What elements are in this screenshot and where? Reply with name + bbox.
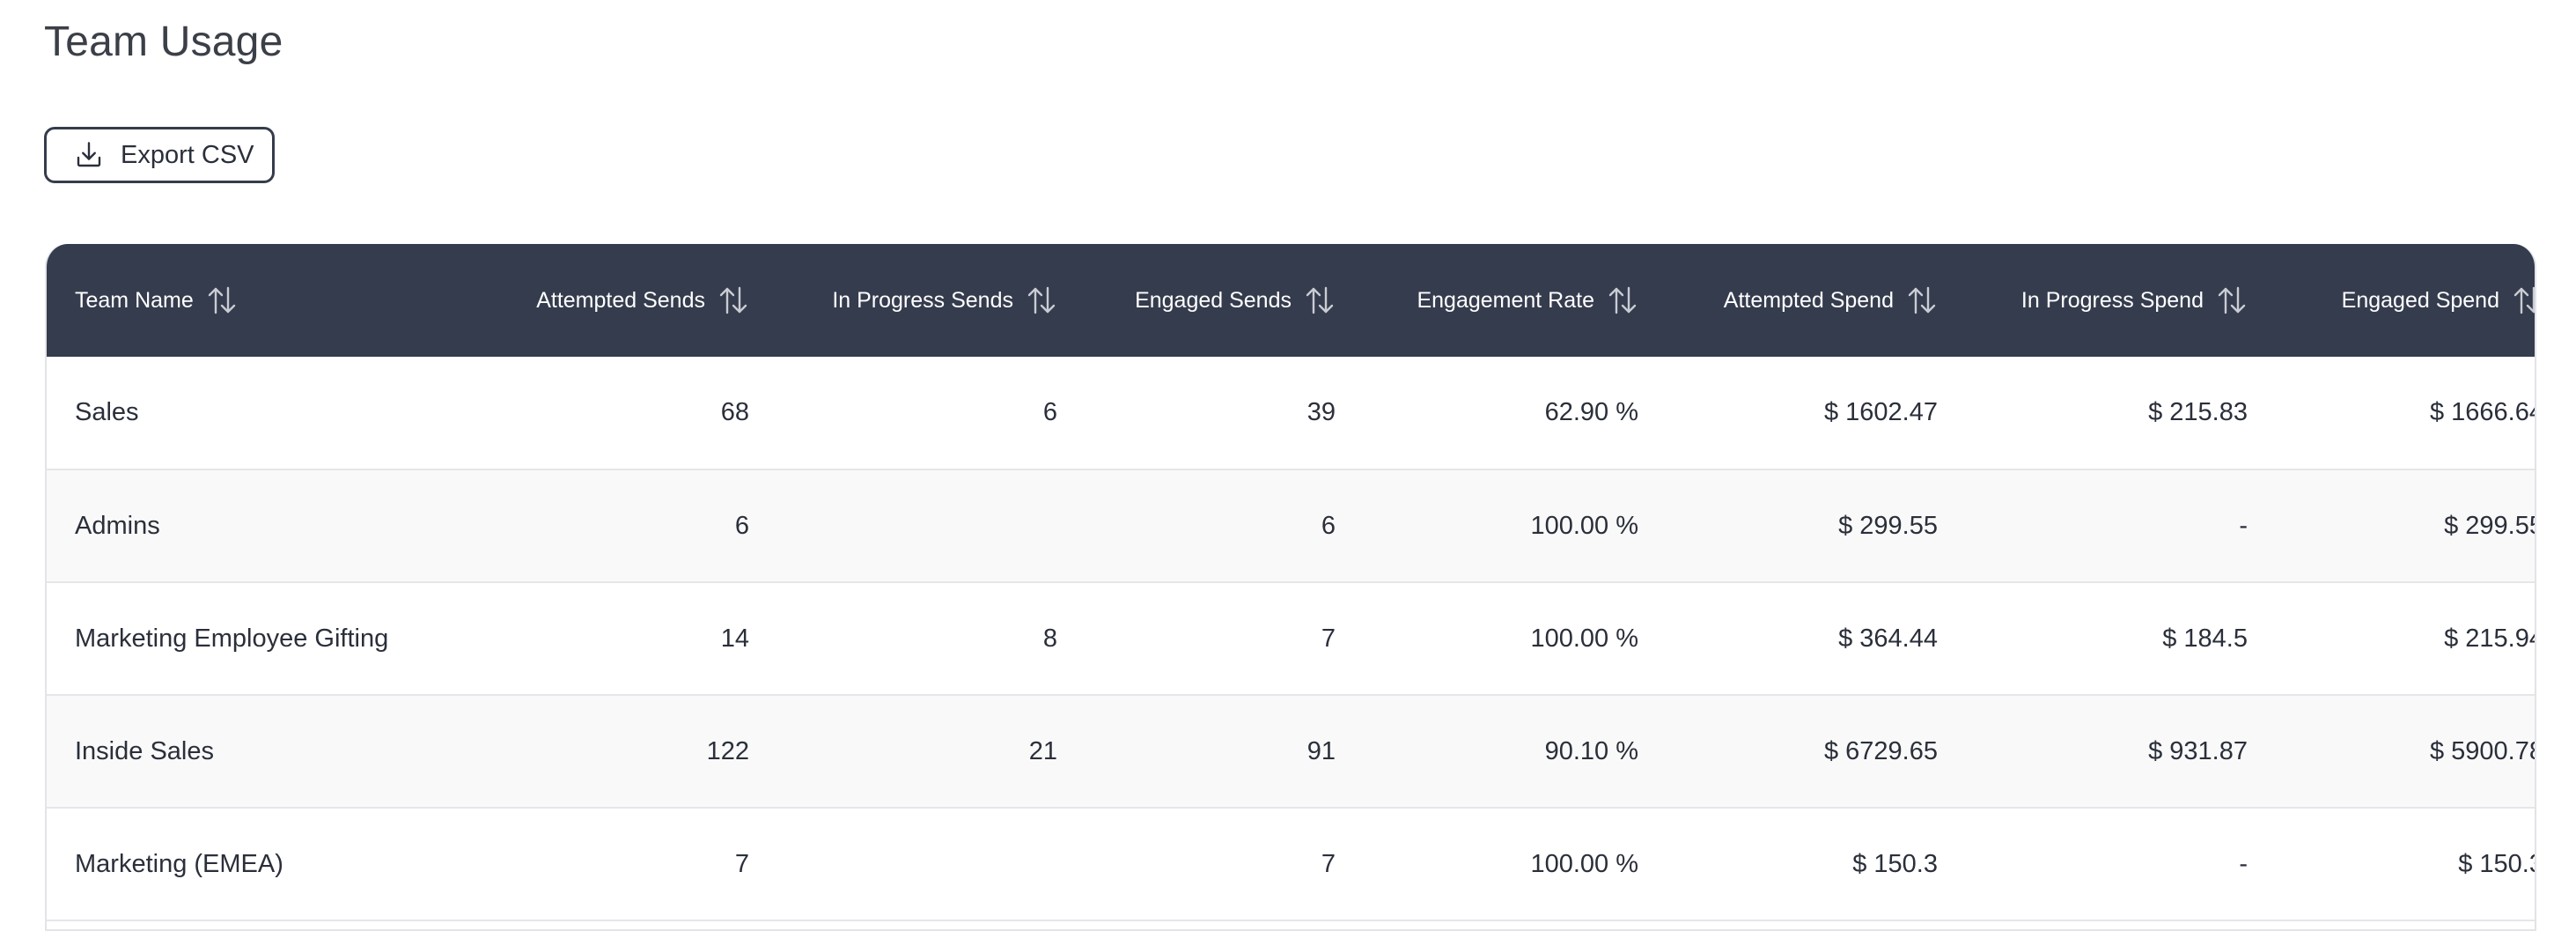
- cell-attempted-sends: 6: [734, 511, 749, 540]
- column-header-label: Team Name: [75, 287, 194, 313]
- column-header-inner: Engaged Spend: [2341, 285, 2535, 315]
- cell-team-name: Inside Sales: [75, 736, 214, 765]
- table-header-row: Team Name Attempted Sends In Progress Send…: [47, 244, 2535, 357]
- cell-in-progress-spend: -: [2239, 849, 2248, 878]
- cell-attempted-spend: $ 150.3: [1852, 849, 1938, 878]
- cell-engaged-spend: $ 150.3: [2458, 849, 2536, 878]
- column-header-attempted-spend[interactable]: Attempted Spend: [1667, 244, 1966, 357]
- cell-team-name: Marketing Employee Gifting: [75, 624, 389, 653]
- column-header-label: Attempted Sends: [536, 287, 705, 313]
- cell-in-progress-spend: $ 184.5: [2162, 624, 2248, 653]
- column-header-in-progress-sends[interactable]: In Progress Sends: [777, 244, 1086, 357]
- column-header-label: Engaged Sends: [1135, 287, 1292, 313]
- table-row: Inside Sales 122 21 91 90.10 % $ 6729.65 $ 931…: [47, 695, 2536, 808]
- sort-icon[interactable]: [206, 285, 238, 315]
- column-header-engaged-sends[interactable]: Engaged Sends: [1086, 244, 1364, 357]
- sort-icon[interactable]: [1026, 285, 1057, 315]
- cell-engaged-sends: 6: [1321, 511, 1336, 540]
- cell-in-progress-sends: 21: [1028, 736, 1057, 765]
- column-header-team-name[interactable]: Team Name: [47, 244, 469, 357]
- column-header-engagement-rate[interactable]: Engagement Rate: [1364, 244, 1667, 357]
- cell-team-name: Sales: [75, 398, 139, 426]
- cell-engaged-spend: $ 5900.78: [2429, 736, 2536, 765]
- cell-engagement-rate: 90.10 %: [1544, 736, 1638, 765]
- column-header-inner: Attempted Spend: [1724, 285, 1938, 315]
- cell-in-progress-spend: $ 931.87: [2148, 736, 2248, 765]
- cell-team-name: Marketing (EMEA): [75, 849, 283, 878]
- cell-in-progress-spend: -: [2239, 511, 2248, 540]
- cell-engaged-sends: 7: [1321, 624, 1336, 653]
- cell-engaged-spend: $ 299.55: [2444, 511, 2536, 540]
- table-row: Sales 68 6 39 62.90 % $ 1602.47 $ 215.83 $ 1666…: [47, 357, 2536, 469]
- column-header-in-progress-spend[interactable]: In Progress Spend: [1966, 244, 2276, 357]
- cell-engagement-rate: 62.90 %: [1544, 398, 1638, 426]
- export-csv-label: Export CSV: [121, 140, 254, 169]
- sort-icon[interactable]: [718, 285, 749, 315]
- sort-icon[interactable]: [2216, 285, 2248, 315]
- cell-engagement-rate: 100.00 %: [1530, 849, 1638, 878]
- cell-attempted-sends: 122: [706, 736, 749, 765]
- cell-attempted-sends: 14: [720, 624, 749, 653]
- cell-attempted-spend: $ 1602.47: [1823, 398, 1938, 426]
- cell-attempted-sends: 68: [720, 398, 749, 426]
- column-header-label: In Progress Sends: [832, 287, 1013, 313]
- cell-attempted-spend: $ 364.44: [1838, 624, 1938, 653]
- table-body: Sales 68 6 39 62.90 % $ 1602.47 $ 215.83 $ 1666…: [47, 357, 2536, 920]
- cell-engagement-rate: 100.00 %: [1530, 511, 1638, 540]
- column-header-inner: Engaged Sends: [1135, 285, 1336, 315]
- cell-in-progress-sends: [777, 808, 1086, 920]
- cell-in-progress-sends: 8: [1042, 624, 1057, 653]
- export-csv-button[interactable]: Export CSV: [44, 127, 275, 183]
- cell-engaged-sends: 39: [1306, 398, 1336, 426]
- cell-engagement-rate: 100.00 %: [1530, 624, 1638, 653]
- column-header-inner: Team Name: [75, 285, 238, 315]
- table-row: Marketing (EMEA) 7 7 100.00 % $ 150.3 - $ 150.…: [47, 808, 2536, 920]
- cell-in-progress-sends: 6: [1042, 398, 1057, 426]
- cell-engaged-spend: $ 1666.64: [2429, 398, 2536, 426]
- column-header-attempted-sends[interactable]: Attempted Sends: [469, 244, 777, 357]
- cell-in-progress-sends: [777, 469, 1086, 582]
- sort-icon[interactable]: [2512, 285, 2535, 315]
- sort-icon[interactable]: [1304, 285, 1336, 315]
- page-title: Team Usage: [44, 18, 283, 65]
- column-header-label: Engaged Spend: [2341, 287, 2499, 313]
- table-row: Marketing Employee Gifting 14 8 7 100.00 % $ …: [47, 582, 2536, 695]
- cell-attempted-spend: $ 6729.65: [1823, 736, 1938, 765]
- table-row: Admins 6 6 100.00 % $ 299.55 - $ 299.55: [47, 469, 2536, 582]
- cell-engaged-sends: 91: [1306, 736, 1336, 765]
- cell-attempted-spend: $ 299.55: [1838, 511, 1938, 540]
- cell-in-progress-spend: $ 215.83: [2148, 398, 2248, 426]
- cell-team-name: Admins: [75, 511, 160, 540]
- column-header-label: Engagement Rate: [1417, 287, 1594, 313]
- cell-engaged-sends: 7: [1321, 849, 1336, 878]
- column-header-inner: Engagement Rate: [1417, 285, 1638, 315]
- column-header-label: In Progress Spend: [2020, 287, 2204, 313]
- column-header-engaged-spend[interactable]: Engaged Spend: [2276, 244, 2535, 357]
- team-usage-table: Team Name Attempted Sends In Progress Send…: [45, 244, 2536, 931]
- sort-icon[interactable]: [1607, 285, 1638, 315]
- column-header-inner: Attempted Sends: [536, 285, 749, 315]
- cell-attempted-sends: 7: [734, 849, 749, 878]
- cell-engaged-spend: $ 215.94: [2444, 624, 2536, 653]
- download-icon: [73, 139, 105, 171]
- column-header-inner: In Progress Sends: [832, 285, 1057, 315]
- column-header-label: Attempted Spend: [1723, 287, 1894, 313]
- sort-icon[interactable]: [1906, 285, 1938, 315]
- column-header-inner: In Progress Spend: [2021, 285, 2248, 315]
